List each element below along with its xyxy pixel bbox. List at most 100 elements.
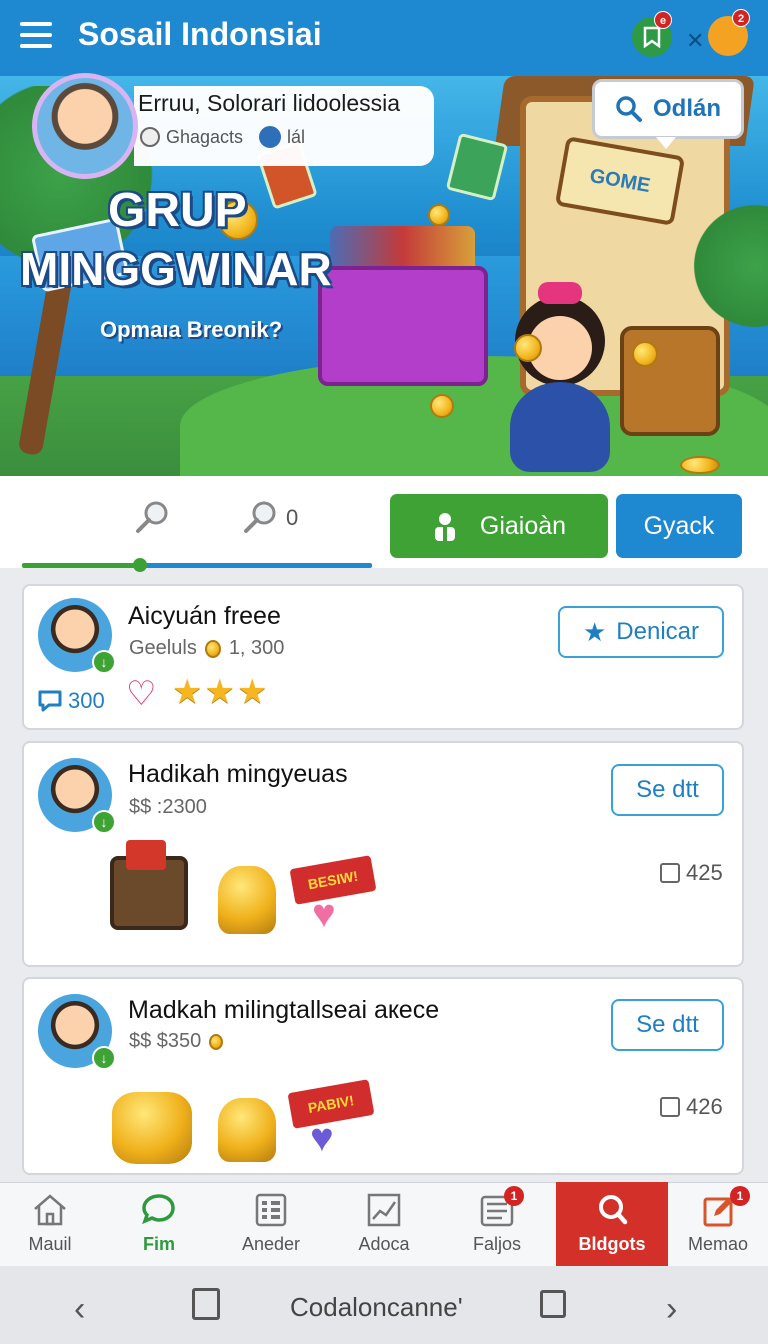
banner-coin [680,456,720,474]
tab-search-b[interactable]: 0 [240,500,298,536]
bookmark-badge: e [654,11,672,29]
banner-subtitle: Opmaıa Breonik? [100,317,283,342]
nav-item-edit[interactable]: 1 Memao [668,1182,768,1266]
heart-icon[interactable]: ♡ [126,674,156,714]
nav-label: Memao [687,1234,749,1254]
magnifier-icon [136,501,168,533]
bookmark-icon[interactable]: e [632,11,672,57]
comment-count-value: 300 [68,688,105,713]
sticker-coin-pile[interactable] [112,1092,192,1164]
banner-girl-character [500,282,620,476]
banner-coin [428,204,450,226]
tab-search-a[interactable] [132,500,172,541]
nav-label: Mauil [28,1234,72,1254]
card-avatar[interactable]: ↓ [38,994,116,1070]
nav-label: Adoca [358,1234,410,1254]
grid-list-icon [255,1193,287,1227]
profile-name: Erruu, Solorari lidoolessia [138,90,401,116]
app-title: Sosail Indonsiai [78,16,322,52]
search-button-label: Odlán [652,95,721,122]
search-button[interactable]: Odlán [592,79,744,139]
menu-icon[interactable] [20,22,52,48]
nav-label: Fim [142,1234,175,1254]
card-sub-label: Geeluls [129,637,197,659]
forward-chevron-icon[interactable]: › [666,1290,677,1329]
card-title: Hadikah mingyeuas [128,760,348,788]
close-icon[interactable]: ✕ [686,28,704,54]
nav-item-list[interactable]: 1 Faljos [441,1182,553,1266]
system-nav-label: Codaloncanne' [290,1292,463,1322]
magnifier-icon [244,501,276,533]
share-icon [660,863,680,883]
banner-coin [430,394,454,418]
card-avatar[interactable]: ↓ [38,758,116,834]
profile-meta-text: Ghagacts [166,126,244,147]
share-count[interactable]: 425 [660,860,723,886]
see-detail-label: Se dtt [636,776,699,803]
see-detail-button[interactable]: Se dtt [611,999,724,1051]
tab-count: 0 [286,505,299,530]
person-icon [434,513,455,541]
banner-cash-register [620,326,720,436]
green-button-label: Giaioàn [479,511,567,540]
card-title: Aicyuán freee [128,602,281,630]
banner-money-note [445,132,509,202]
heart-sticker-icon[interactable]: ♥ [312,892,336,937]
chart-icon [367,1193,401,1227]
share-icon [660,1097,680,1117]
blue-action-button[interactable]: Gyack [616,494,742,558]
tab-indicator [22,563,372,568]
search-icon [616,96,642,122]
nav-item-chart[interactable]: Adoca [328,1182,440,1266]
card-title: Madkah milingtallseai aкece [128,996,440,1024]
pet-badge: 2 [732,9,750,27]
nav-item-home[interactable]: Mauil [0,1182,106,1266]
profile-meta-text-2: lál [287,126,306,147]
blue-button-label: Gyack [643,511,715,540]
card-sub: Geeluls 1, 300 [129,637,284,660]
share-count-value: 425 [686,860,723,885]
nav-item-search[interactable]: Bldgots [556,1182,668,1266]
see-detail-label: Se dtt [636,1011,699,1038]
download-icon: ↓ [92,810,116,834]
coin-icon [209,1033,224,1050]
globe-icon [140,127,160,147]
coin-icon [204,639,221,658]
card-sub: $$ $350 [129,1030,224,1053]
badge-icon [259,126,282,148]
banner-coin [514,334,542,362]
nav-badge: 1 [504,1186,524,1206]
pet-avatar-icon[interactable]: 2 [708,9,750,56]
card-avatar[interactable]: ↓ [38,598,116,674]
recent-apps-icon[interactable] [540,1290,566,1318]
banner-gift-box [318,266,488,386]
card-sub: $$ :2300 [129,796,207,818]
heart-sticker-icon[interactable]: ♥ [310,1116,334,1161]
rating-stars: ★★★ [172,673,270,711]
see-detail-button[interactable]: Se dtt [611,764,724,816]
green-action-button[interactable]: Giaioàn [390,494,608,558]
back-chevron-icon[interactable]: ‹ [74,1290,85,1329]
nav-label: Bldgots [578,1234,646,1254]
share-count[interactable]: 426 [660,1094,723,1120]
comment-icon [38,690,62,712]
profile-meta: Ghagacts lál [140,126,305,148]
nav-item-chat[interactable]: Fim [103,1182,215,1266]
banner-title: GRUP MINGGWINAR [20,184,332,295]
sticker-coins[interactable] [218,866,276,934]
follow-button-label: Denicar [616,618,699,645]
profile-avatar[interactable] [32,73,138,179]
follow-button[interactable]: ★ Denicar [558,606,724,658]
banner-tree-right [680,186,768,346]
comment-count[interactable]: 300 [36,688,105,714]
chat-icon [142,1194,175,1225]
banner-coin [632,341,658,367]
tab-indicator-dot [133,558,147,572]
sticker-chest[interactable] [110,840,188,930]
home-icon [34,1194,66,1226]
nav-item-grid[interactable]: Aneder [215,1182,327,1266]
search-bubble-tail [656,137,676,149]
sticker-coins[interactable] [218,1098,276,1162]
nav-label: Faljos [472,1234,521,1254]
home-outline-icon[interactable] [192,1288,220,1320]
